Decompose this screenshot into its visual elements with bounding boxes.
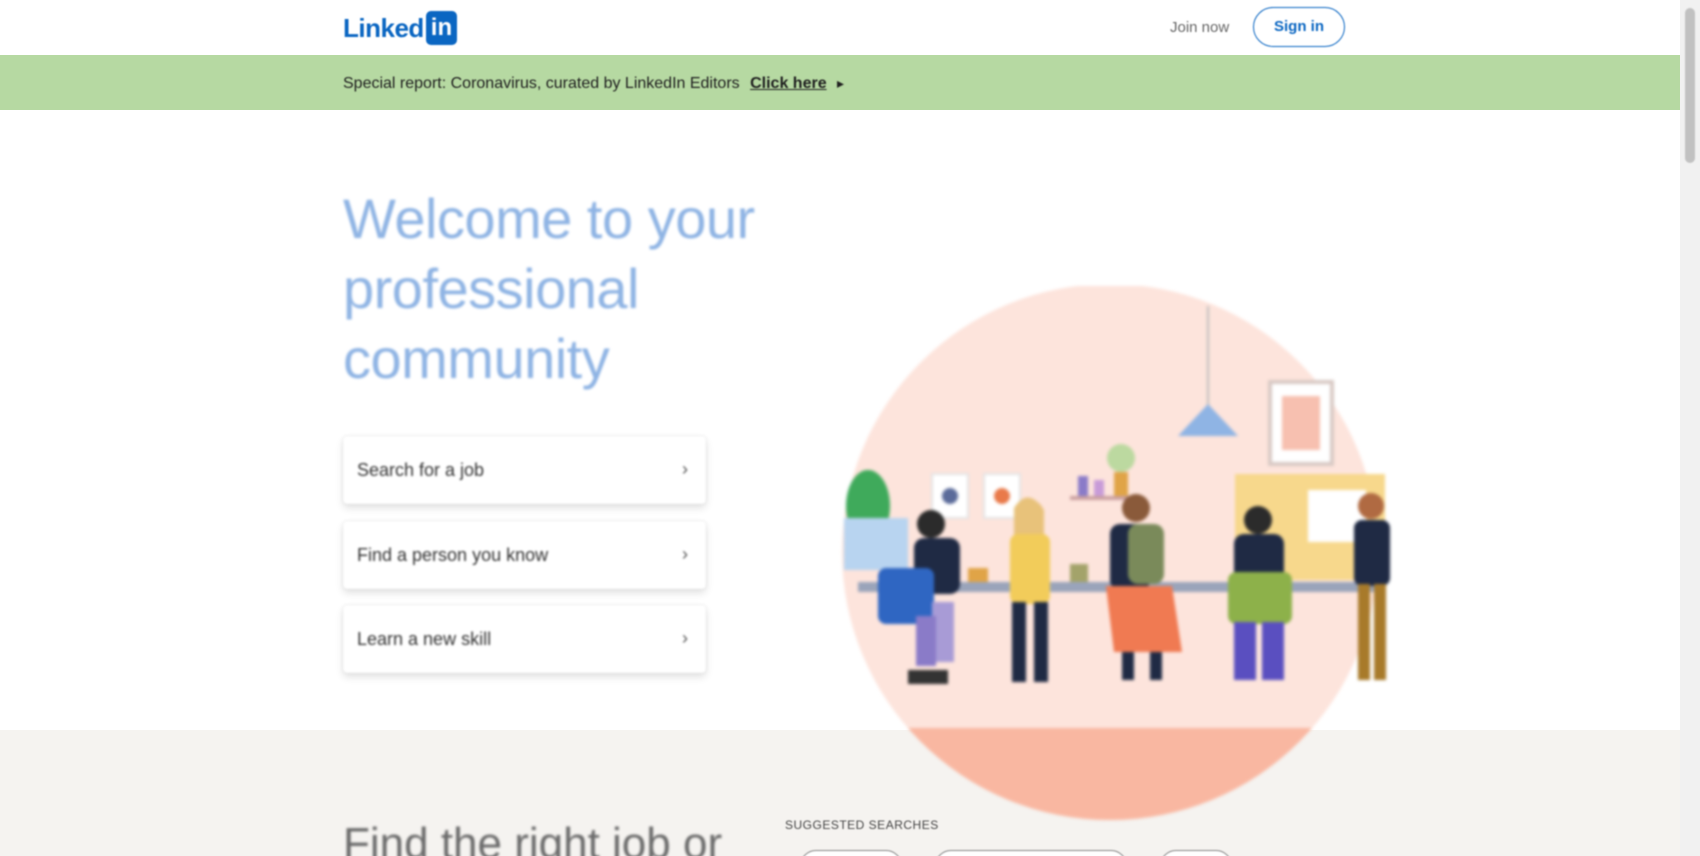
suggested-search-pill[interactable] bbox=[800, 850, 902, 856]
illustration-floor bbox=[842, 728, 1378, 820]
green-chair bbox=[1228, 572, 1292, 624]
page: Linked in Join now Sign in Special repor… bbox=[0, 0, 1700, 856]
scrollbar-thumb[interactable] bbox=[1685, 8, 1695, 163]
option-label: Learn a new skill bbox=[357, 629, 492, 649]
logo-in-badge: in bbox=[425, 11, 458, 45]
chevron-right-icon: › bbox=[682, 628, 688, 648]
linkedin-logo[interactable]: Linked in bbox=[343, 10, 458, 46]
learn-skill-card[interactable]: Learn a new skill › bbox=[343, 605, 706, 673]
banner-text-row: Special report: Coronavirus, curated by … bbox=[343, 71, 844, 96]
suggested-search-pill[interactable] bbox=[935, 850, 1127, 856]
arrow-right-icon: ▸ bbox=[837, 75, 845, 91]
find-person-card[interactable]: Find a person you know › bbox=[343, 521, 706, 589]
announcement-banner: Special report: Coronavirus, curated by … bbox=[0, 55, 1680, 110]
banner-message: Special report: Coronavirus, curated by … bbox=[343, 75, 740, 92]
join-now-link[interactable]: Join now bbox=[1170, 16, 1229, 40]
top-header: Linked in Join now Sign in bbox=[0, 0, 1680, 55]
page-scrollbar[interactable] bbox=[1680, 0, 1700, 856]
option-label: Search for a job bbox=[357, 460, 485, 480]
blue-chair bbox=[878, 568, 934, 624]
chevron-right-icon: › bbox=[682, 459, 688, 479]
banner-click-here-link[interactable]: Click here bbox=[750, 75, 826, 92]
option-label: Find a person you know bbox=[357, 545, 549, 565]
sign-in-button[interactable]: Sign in bbox=[1253, 7, 1345, 47]
find-right-job-title: Find the right job or bbox=[343, 819, 723, 856]
chevron-right-icon: › bbox=[682, 544, 688, 564]
office-team-illustration bbox=[842, 286, 1390, 820]
search-job-card[interactable]: Search for a job › bbox=[343, 436, 706, 504]
hero-title: Welcome to your professional community bbox=[343, 187, 755, 390]
logo-wordmark: Linked bbox=[343, 12, 424, 43]
suggested-search-pill[interactable] bbox=[1160, 850, 1232, 856]
